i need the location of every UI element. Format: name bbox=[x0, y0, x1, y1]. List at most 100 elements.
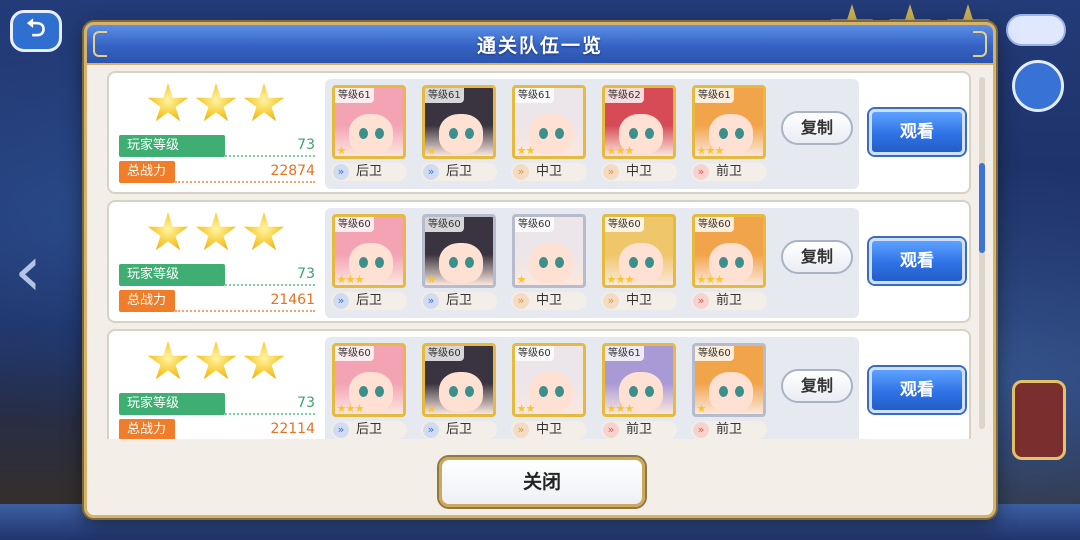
unit-position: » 中卫 bbox=[511, 421, 587, 439]
rank-star-icon bbox=[346, 275, 355, 284]
stat-value: 73 bbox=[297, 137, 315, 153]
unit-rank-stars bbox=[697, 275, 724, 284]
unit-position: » 后卫 bbox=[331, 421, 407, 439]
unit-card[interactable]: 等级60 » 后卫 bbox=[421, 214, 497, 310]
unit-position: » 后卫 bbox=[331, 163, 407, 181]
unit-card[interactable]: 等级60 » 中卫 bbox=[511, 214, 587, 310]
unit-rank-stars bbox=[697, 404, 706, 413]
unit-card[interactable]: 等级60 » 后卫 bbox=[331, 343, 407, 439]
watch-replay-button[interactable]: 观看 bbox=[869, 238, 965, 284]
unit-card[interactable]: 等级61 » 前卫 bbox=[601, 343, 677, 439]
unit-portrait[interactable]: 等级61 bbox=[332, 85, 406, 159]
stat-value: 22874 bbox=[270, 163, 315, 179]
unit-portrait[interactable]: 等级60 bbox=[692, 343, 766, 417]
clear-stars bbox=[147, 341, 285, 383]
portrait-face bbox=[439, 372, 483, 412]
unit-portrait[interactable]: 等级60 bbox=[332, 214, 406, 288]
rank-star-icon bbox=[526, 404, 535, 413]
dotted-divider bbox=[225, 284, 315, 286]
unit-card[interactable]: 等级60 » 后卫 bbox=[331, 214, 407, 310]
portrait-face bbox=[709, 372, 753, 412]
unit-rank-stars bbox=[607, 146, 634, 155]
dotted-divider bbox=[225, 155, 315, 157]
unit-position: » 中卫 bbox=[601, 292, 677, 310]
party-panel: 等级60 » 后卫 等级60 » 后卫 等级60 » 中卫 等级61 » 前卫 等级60 » 前卫 bbox=[325, 337, 859, 439]
copy-team-button[interactable]: 复制 bbox=[781, 240, 853, 274]
unit-portrait[interactable]: 等级60 bbox=[602, 214, 676, 288]
portrait-face bbox=[349, 114, 393, 154]
unit-portrait[interactable]: 等级60 bbox=[512, 214, 586, 288]
back-button[interactable]: ⮌ bbox=[10, 10, 62, 52]
unit-level: 等级61 bbox=[695, 88, 734, 103]
unit-portrait[interactable]: 等级61 bbox=[692, 85, 766, 159]
unit-card[interactable]: 等级61 » 后卫 bbox=[331, 85, 407, 181]
double-chevron-icon: » bbox=[423, 164, 439, 180]
team-row: 玩家等级 73 总战力 22874 等级61 » 后卫 等级61 » 后卫 等级61 » 中卫 等级62 »… bbox=[107, 71, 971, 194]
double-chevron-icon: » bbox=[333, 293, 349, 309]
portrait-eye bbox=[359, 128, 368, 139]
unit-portrait[interactable]: 等级61 bbox=[422, 85, 496, 159]
watch-replay-button[interactable]: 观看 bbox=[869, 367, 965, 413]
unit-card[interactable]: 等级61 » 后卫 bbox=[421, 85, 497, 181]
copy-team-button[interactable]: 复制 bbox=[781, 111, 853, 145]
portrait-eye bbox=[375, 257, 384, 268]
total-power-stat: 总战力 21461 bbox=[119, 290, 315, 312]
rank-star-icon bbox=[517, 404, 526, 413]
watch-replay-button[interactable]: 观看 bbox=[869, 109, 965, 155]
unit-rank-stars bbox=[517, 404, 535, 413]
unit-card[interactable]: 等级61 » 中卫 bbox=[511, 85, 587, 181]
unit-portrait[interactable]: 等级62 bbox=[602, 85, 676, 159]
unit-card[interactable]: 等级60 » 后卫 bbox=[421, 343, 497, 439]
portrait-eye bbox=[629, 257, 638, 268]
unit-position: » 前卫 bbox=[691, 163, 767, 181]
clear-stars bbox=[147, 212, 285, 254]
unit-rank-stars bbox=[427, 275, 436, 284]
unit-level: 等级60 bbox=[425, 217, 464, 232]
copy-team-button[interactable]: 复制 bbox=[781, 369, 853, 403]
unit-card[interactable]: 等级60 » 前卫 bbox=[691, 214, 767, 310]
position-label: 后卫 bbox=[355, 422, 382, 437]
unit-portrait[interactable]: 等级61 bbox=[602, 343, 676, 417]
portrait-face bbox=[529, 372, 573, 412]
double-chevron-icon: » bbox=[693, 164, 709, 180]
portrait-face bbox=[529, 243, 573, 283]
double-chevron-icon: » bbox=[513, 164, 529, 180]
unit-card[interactable]: 等级60 » 前卫 bbox=[691, 343, 767, 439]
position-label: 后卫 bbox=[355, 293, 382, 308]
double-chevron-icon: » bbox=[693, 293, 709, 309]
rank-star-icon bbox=[355, 275, 364, 284]
unit-portrait[interactable]: 等级60 bbox=[422, 214, 496, 288]
rank-star-icon bbox=[715, 146, 724, 155]
unit-position: » 前卫 bbox=[601, 421, 677, 439]
unit-portrait[interactable]: 等级60 bbox=[512, 343, 586, 417]
star-icon bbox=[195, 83, 237, 122]
scrollbar[interactable] bbox=[979, 77, 985, 429]
background-pill bbox=[1006, 14, 1066, 46]
unit-card[interactable]: 等级61 » 前卫 bbox=[691, 85, 767, 181]
team-list[interactable]: 玩家等级 73 总战力 22874 等级61» 后卫 等级61» 后卫 等级61» 中卫 等级62»… bbox=[107, 71, 977, 439]
portrait-eye bbox=[449, 386, 458, 397]
position-label: 前卫 bbox=[715, 164, 742, 179]
unit-portrait[interactable]: 等级60 bbox=[422, 343, 496, 417]
portrait-eye bbox=[539, 386, 548, 397]
close-button[interactable]: 关闭 bbox=[439, 457, 645, 507]
stat-value: 21461 bbox=[270, 292, 315, 308]
unit-portrait[interactable]: 等级60 bbox=[692, 214, 766, 288]
unit-level: 等级61 bbox=[515, 88, 554, 103]
unit-portrait[interactable]: 等级61 bbox=[512, 85, 586, 159]
team-row: 玩家等级 73 总战力 22114 等级60 » 后卫 等级60 » 后卫 等级60 » 中卫 等级61 »… bbox=[107, 329, 971, 439]
dotted-divider bbox=[225, 413, 315, 415]
star-icon bbox=[147, 83, 189, 122]
unit-card[interactable]: 等级60 » 中卫 bbox=[601, 214, 677, 310]
portrait-eye bbox=[465, 386, 474, 397]
unit-level: 等级60 bbox=[695, 346, 734, 361]
portrait-eye bbox=[375, 128, 384, 139]
scrollbar-thumb[interactable] bbox=[979, 163, 985, 253]
portrait-eye bbox=[449, 128, 458, 139]
unit-card[interactable]: 等级62 » 中卫 bbox=[601, 85, 677, 181]
unit-level: 等级60 bbox=[335, 346, 374, 361]
total-power-stat: 总战力 22114 bbox=[119, 419, 315, 439]
unit-portrait[interactable]: 等级60 bbox=[332, 343, 406, 417]
unit-card[interactable]: 等级60 » 中卫 bbox=[511, 343, 587, 439]
portrait-face bbox=[529, 114, 573, 154]
